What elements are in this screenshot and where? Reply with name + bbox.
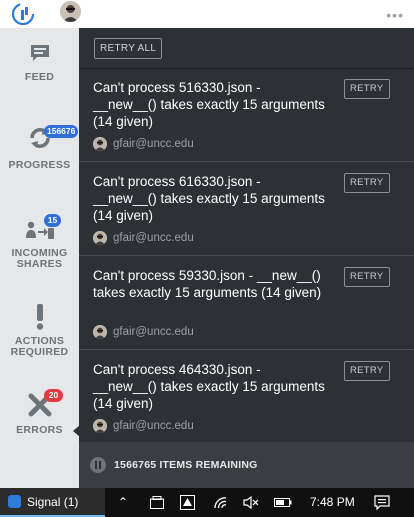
sidebar-item-progress[interactable]: 156676 PROGRESS xyxy=(0,118,79,178)
user-email: gfair@uncc.edu xyxy=(113,232,194,244)
retry-button[interactable]: RETRY xyxy=(344,267,390,287)
user-email: gfair@uncc.edu xyxy=(113,326,194,338)
action-center-icon[interactable] xyxy=(374,495,390,510)
sidebar-item-actions-label-line2: REQUIRED xyxy=(10,346,69,358)
error-user: gfair@uncc.edu xyxy=(93,325,194,339)
taskbar-signal-app[interactable]: Signal (1) xyxy=(0,488,105,517)
pause-icon[interactable] xyxy=(90,457,106,473)
avatar xyxy=(93,231,107,245)
tray-app-icon[interactable] xyxy=(150,496,164,509)
avatar xyxy=(93,419,107,433)
status-footer: 1566765 ITEMS REMAINING xyxy=(79,442,414,488)
avatar xyxy=(93,325,107,339)
sidebar-item-progress-label: PROGRESS xyxy=(8,159,71,171)
error-message: Can't process 516330.json - __new__() ta… xyxy=(93,80,325,129)
retry-button[interactable]: RETRY xyxy=(344,173,390,193)
user-avatar[interactable] xyxy=(60,1,81,22)
signal-app-icon xyxy=(8,495,21,508)
retry-all-button[interactable]: RETRY ALL xyxy=(94,38,163,59)
wifi-icon[interactable] xyxy=(213,496,229,509)
feed-icon xyxy=(30,45,49,61)
items-remaining-text: 1566765 ITEMS REMAINING xyxy=(114,459,258,471)
windows-taskbar: Signal (1) ⌃ 7:48 PM xyxy=(0,488,414,517)
progress-count-badge: 156676 xyxy=(44,125,79,138)
error-item: Can't process 516330.json - __new__() ta… xyxy=(79,69,414,162)
tray-chevron-up-icon[interactable]: ⌃ xyxy=(118,495,128,509)
app-logo-icon[interactable] xyxy=(12,3,34,25)
sidebar-item-feed-label: FEED xyxy=(24,71,55,83)
retry-button[interactable]: RETRY xyxy=(344,361,390,381)
exclamation-icon xyxy=(36,304,43,330)
avatar-image-icon xyxy=(60,1,81,22)
error-item: Can't process 464330.json - __new__() ta… xyxy=(79,351,414,444)
error-item: Can't process 616330.json - __new__() ta… xyxy=(79,163,414,256)
top-bar: ••• xyxy=(0,0,414,28)
tray-drive-icon[interactable] xyxy=(180,495,195,510)
errors-count-badge: 20 xyxy=(44,389,63,402)
retry-button[interactable]: RETRY xyxy=(344,79,390,99)
user-email: gfair@uncc.edu xyxy=(113,138,194,150)
error-item: Can't process 59330.json - __new__() tak… xyxy=(79,257,414,350)
sidebar-nav: FEED 156676 PROGRESS 15 INCOMING SHARES xyxy=(0,28,80,488)
taskbar-signal-label: Signal (1) xyxy=(27,495,79,509)
user-email: gfair@uncc.edu xyxy=(113,420,194,432)
sidebar-item-errors-label: ERRORS xyxy=(16,424,63,436)
error-user: gfair@uncc.edu xyxy=(93,419,194,433)
error-message: Can't process 464330.json - __new__() ta… xyxy=(93,362,325,411)
sidebar-item-incoming-label-line2: SHARES xyxy=(16,258,63,270)
error-user: gfair@uncc.edu xyxy=(93,231,194,245)
error-message: Can't process 616330.json - __new__() ta… xyxy=(93,174,325,223)
more-options-icon[interactable]: ••• xyxy=(386,7,404,23)
errors-panel: RETRY ALL Can't process 516330.json - __… xyxy=(79,28,414,488)
sidebar-item-incoming-shares[interactable]: 15 INCOMING SHARES xyxy=(0,208,79,278)
app-window: ••• FEED 156676 PROGRESS 15 INCOMING SHA… xyxy=(0,0,414,517)
sidebar-item-errors[interactable]: 20 ERRORS xyxy=(0,383,79,443)
clock-time[interactable]: 7:48 PM xyxy=(310,495,355,509)
sidebar-item-feed[interactable]: FEED xyxy=(0,28,79,98)
error-message: Can't process 59330.json - __new__() tak… xyxy=(93,268,322,300)
incoming-shares-count-badge: 15 xyxy=(44,214,61,227)
battery-icon[interactable] xyxy=(274,497,292,508)
sidebar-item-actions-required[interactable]: ACTIONS REQUIRED xyxy=(0,298,79,368)
error-user: gfair@uncc.edu xyxy=(93,137,194,151)
avatar xyxy=(93,137,107,151)
volume-muted-icon[interactable] xyxy=(243,496,259,509)
